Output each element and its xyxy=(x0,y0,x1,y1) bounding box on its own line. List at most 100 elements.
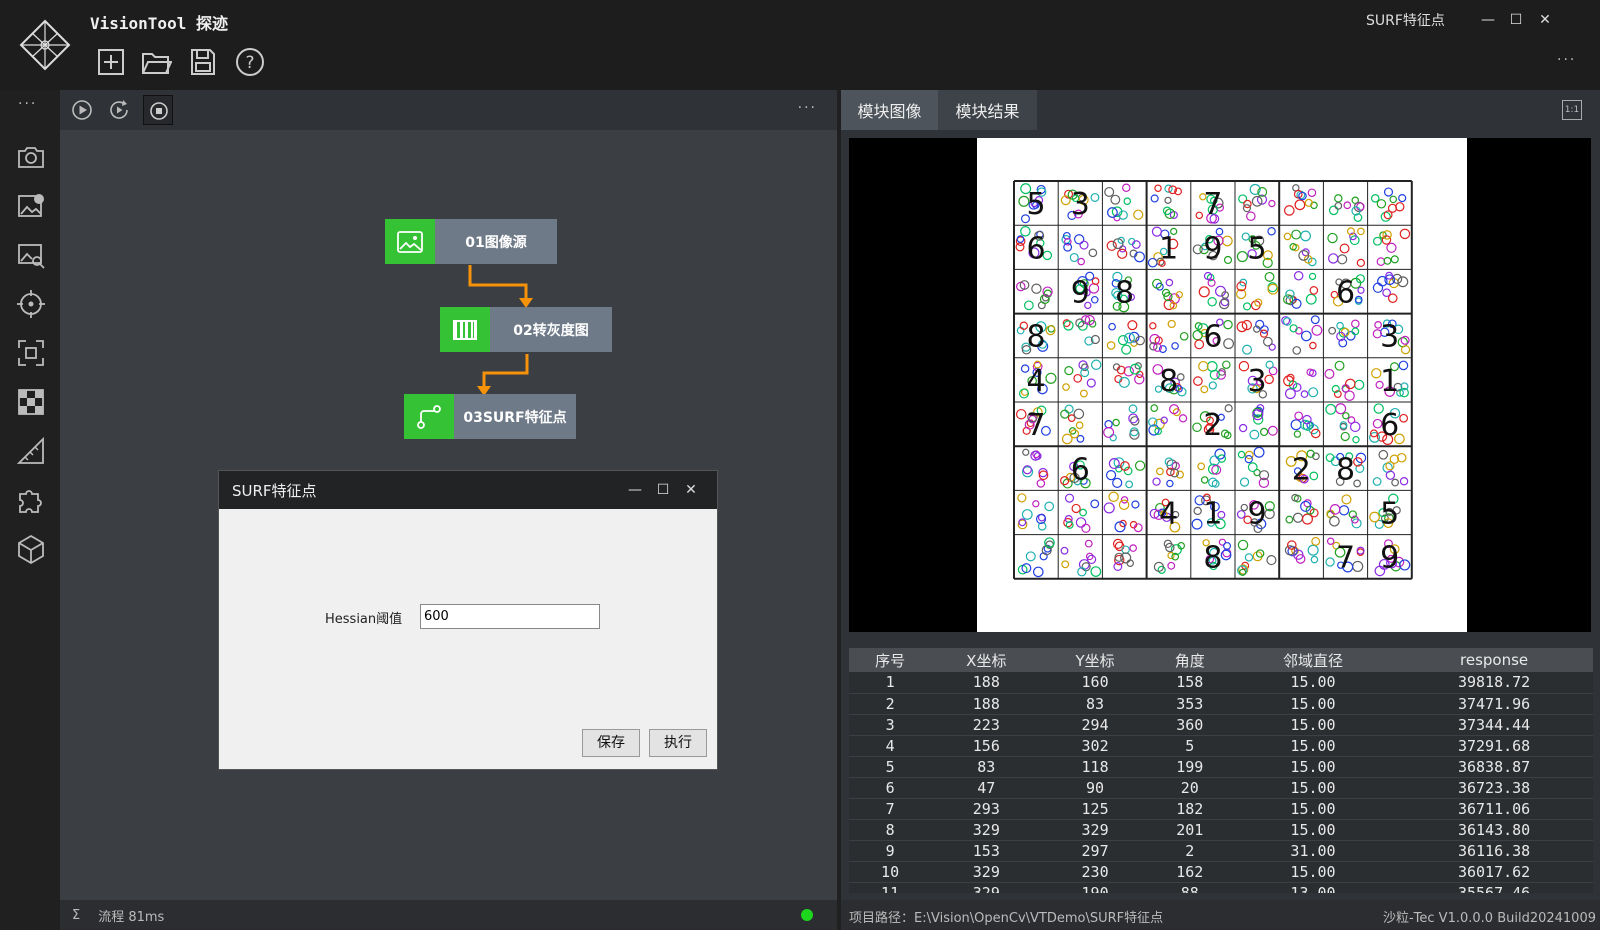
image-search-icon[interactable] xyxy=(16,240,46,270)
maximize-button[interactable]: ☐ xyxy=(1506,10,1526,30)
save-icon[interactable] xyxy=(187,46,219,78)
sudoku-digit: 8 xyxy=(1203,541,1222,576)
result-panel: 模块图像 模块结果 1:1 53761959868634831726628419… xyxy=(841,90,1600,900)
table-cell: 7 xyxy=(885,799,895,818)
table-row[interactable]: 7 293 125 182 15.00 36711.06 xyxy=(849,798,1593,819)
table-row[interactable]: 4 156 302 5 15.00 37291.68 xyxy=(849,735,1593,756)
table-cell: 36143.80 xyxy=(1457,820,1531,839)
table-cell: 9 xyxy=(885,841,895,860)
keypoint-marker xyxy=(1292,346,1302,355)
table-cell: 2 xyxy=(885,694,895,713)
keypoint-marker xyxy=(1164,457,1174,467)
sudoku-digit: 9 xyxy=(1380,541,1399,576)
save-button[interactable]: 保存 xyxy=(582,729,640,757)
table-row[interactable]: 5 83 118 199 15.00 36838.87 xyxy=(849,756,1593,777)
table-row[interactable]: 3 223 294 360 15.00 37344.44 xyxy=(849,714,1593,735)
help-icon[interactable]: ? xyxy=(234,46,266,78)
puzzle-icon[interactable] xyxy=(16,485,46,515)
keypoint-marker xyxy=(1382,230,1392,240)
flow-connectors xyxy=(468,265,533,396)
hessian-input[interactable] xyxy=(420,604,600,629)
dialog-minimize-button[interactable]: — xyxy=(621,482,649,498)
tab-module-image[interactable]: 模块图像 xyxy=(841,90,938,130)
flow-node-surf[interactable]: 03SURF特征点 xyxy=(404,394,576,439)
stop-icon xyxy=(150,102,168,120)
table-row[interactable]: 6 47 90 20 15.00 36723.38 xyxy=(849,777,1593,798)
keypoint-marker xyxy=(1079,508,1087,517)
keypoint-marker xyxy=(1244,553,1254,562)
target-icon[interactable] xyxy=(16,289,46,319)
keypoint-marker xyxy=(1223,541,1232,550)
keypoint-marker xyxy=(1090,359,1102,371)
table-row[interactable]: 8 329 329 201 15.00 36143.80 xyxy=(849,819,1593,840)
flow-node-grayscale[interactable]: 02转灰度图 xyxy=(440,307,612,352)
checker-icon[interactable] xyxy=(16,387,46,417)
flow-more-button[interactable]: ··· xyxy=(798,100,817,116)
column-header[interactable]: Y坐标 xyxy=(1041,648,1148,672)
dialog-titlebar[interactable]: SURF特征点 — ☐ ✕ xyxy=(219,471,717,509)
table-cell: 329 xyxy=(972,883,1000,894)
new-icon[interactable] xyxy=(95,46,127,78)
keypoint-marker xyxy=(1223,319,1233,330)
table-cell: 47 xyxy=(977,778,996,797)
flow-node-image-source[interactable]: 01图像源 xyxy=(385,219,557,264)
more-menu-button[interactable]: ··· xyxy=(1557,52,1576,68)
focus-icon[interactable] xyxy=(16,338,46,368)
run-button[interactable]: 执行 xyxy=(649,729,707,757)
column-header[interactable]: 角度 xyxy=(1149,648,1231,672)
open-folder-icon[interactable] xyxy=(140,46,172,78)
dialog-maximize-button[interactable]: ☐ xyxy=(649,482,677,498)
column-header[interactable]: 邻域直径 xyxy=(1231,648,1395,672)
keypoint-marker xyxy=(1200,476,1209,484)
keypoint-marker xyxy=(1398,193,1407,203)
table-row[interactable]: 9 153 297 2 31.00 36116.38 xyxy=(849,840,1593,861)
dialog-close-button[interactable]: ✕ xyxy=(677,482,705,498)
keypoint-marker xyxy=(1022,448,1030,456)
loop-run-icon[interactable] xyxy=(107,98,131,122)
stop-button[interactable] xyxy=(143,95,173,125)
table-row[interactable]: 11 329 190 88 13.00 35567.46 xyxy=(849,882,1593,894)
table-cell: 83 xyxy=(1086,694,1105,713)
image-settings-icon[interactable] xyxy=(16,191,46,221)
keypoint-marker xyxy=(1112,538,1124,549)
keypoint-marker xyxy=(1032,500,1040,508)
keypoint-marker xyxy=(1128,413,1139,424)
column-header[interactable]: 序号 xyxy=(849,648,931,672)
sudoku-digit: 1 xyxy=(1380,364,1399,399)
close-button[interactable]: ✕ xyxy=(1535,10,1555,30)
surf-dialog: SURF特征点 — ☐ ✕ Hessian阈值 保存 执行 xyxy=(218,470,718,770)
result-table[interactable]: 序号 X坐标 Y坐标 角度 邻域直径 response 1 188 160 158 15.00 39… xyxy=(849,648,1593,893)
cube-icon[interactable] xyxy=(16,534,46,564)
image-viewer[interactable]: 537619598686348317266284195879 xyxy=(849,138,1591,632)
keypoint-marker xyxy=(1385,470,1396,480)
camera-icon[interactable] xyxy=(16,142,46,172)
keypoint-marker xyxy=(1352,436,1360,444)
column-header[interactable]: X坐标 xyxy=(931,648,1041,672)
rail-more-button[interactable]: ··· xyxy=(18,96,37,112)
keypoint-marker xyxy=(1222,360,1231,370)
run-icon[interactable] xyxy=(70,98,94,122)
table-cell: 199 xyxy=(1176,757,1204,776)
fit-button[interactable]: 1:1 xyxy=(1562,100,1582,120)
table-row[interactable]: 10 329 230 162 15.00 36017.62 xyxy=(849,861,1593,882)
keypoint-marker xyxy=(1334,194,1343,203)
sudoku-digit: 1 xyxy=(1159,231,1178,266)
table-cell: 1 xyxy=(885,673,895,692)
tab-module-result[interactable]: 模块结果 xyxy=(938,90,1037,130)
table-cell: 15.00 xyxy=(1290,736,1336,755)
keypoint-marker xyxy=(1242,302,1252,311)
minimize-button[interactable]: — xyxy=(1478,10,1498,30)
table-cell: 190 xyxy=(1081,883,1109,894)
column-header[interactable]: response xyxy=(1395,648,1593,672)
keypoint-marker xyxy=(1104,186,1115,197)
keypoint-marker xyxy=(1267,425,1278,436)
keypoint-marker xyxy=(1372,282,1384,293)
keypoint-marker xyxy=(1074,234,1085,245)
keypoint-marker xyxy=(1380,211,1391,222)
table-row[interactable]: 1 188 160 158 15.00 39818.72 xyxy=(849,672,1593,693)
keypoint-marker xyxy=(1341,494,1352,505)
project-path: 项目路径：E:\Vision\OpenCv\VTDemo\SURF特征点 xyxy=(849,911,1164,926)
table-row[interactable]: 2 188 83 353 15.00 37471.96 xyxy=(849,693,1593,714)
ruler-icon[interactable] xyxy=(16,436,46,466)
sudoku-image: 5 3 76 1 9 59 8 68 6 34 8 3 17 2 66 2 84 1 9 58 7 9 xyxy=(977,138,1467,632)
